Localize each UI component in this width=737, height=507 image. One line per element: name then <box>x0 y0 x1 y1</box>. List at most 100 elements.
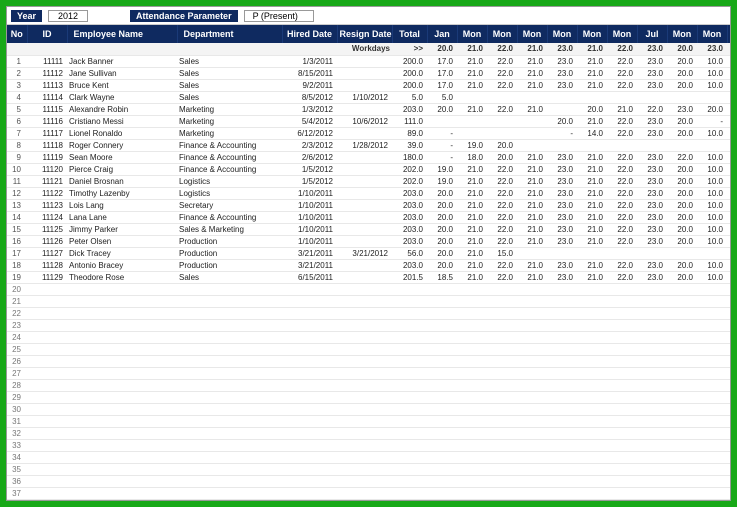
cell[interactable]: 203.0 <box>392 199 427 211</box>
cell[interactable]: 17.0 <box>427 67 457 79</box>
cell[interactable] <box>547 415 577 427</box>
cell[interactable] <box>427 115 457 127</box>
cell[interactable] <box>27 451 67 463</box>
cell[interactable] <box>457 307 487 319</box>
cell[interactable]: 10.0 <box>727 103 731 115</box>
cell[interactable]: 21.0 <box>457 223 487 235</box>
cell[interactable] <box>457 439 487 451</box>
cell[interactable] <box>177 283 282 295</box>
cell[interactable] <box>392 355 427 367</box>
cell[interactable]: - <box>727 223 731 235</box>
cell[interactable]: 10.0 <box>697 151 727 163</box>
cell[interactable]: 200.0 <box>392 55 427 67</box>
cell[interactable] <box>577 91 607 103</box>
cell[interactable] <box>27 379 67 391</box>
cell[interactable]: 22.0 <box>607 163 637 175</box>
cell[interactable] <box>727 379 731 391</box>
cell[interactable]: 5/4/2012 <box>282 115 337 127</box>
cell[interactable]: 1/10/2011 <box>282 199 337 211</box>
cell[interactable] <box>577 415 607 427</box>
cell[interactable]: Finance & Accounting <box>177 163 282 175</box>
cell[interactable]: - <box>697 115 727 127</box>
cell[interactable]: Finance & Accounting <box>177 151 282 163</box>
cell[interactable]: 10.0 <box>697 175 727 187</box>
cell[interactable] <box>667 451 697 463</box>
cell[interactable]: 10.0 <box>697 199 727 211</box>
cell[interactable]: 1 <box>7 55 27 67</box>
cell[interactable]: 18.5 <box>427 271 457 283</box>
cell[interactable] <box>27 319 67 331</box>
cell[interactable]: 22.0 <box>607 67 637 79</box>
cell[interactable]: 24 <box>7 331 27 343</box>
cell[interactable] <box>337 199 392 211</box>
cell[interactable]: 21.0 <box>457 247 487 259</box>
cell[interactable]: 10.0 <box>697 211 727 223</box>
cell[interactable]: Jack Banner <box>67 55 177 67</box>
cell[interactable]: Finance & Accounting <box>177 139 282 151</box>
cell[interactable] <box>27 331 67 343</box>
cell[interactable] <box>577 451 607 463</box>
cell[interactable] <box>427 367 457 379</box>
cell[interactable]: 20.0 <box>667 259 697 271</box>
cell[interactable] <box>427 319 457 331</box>
cell[interactable] <box>337 283 392 295</box>
cell[interactable]: 20.0 <box>667 43 697 55</box>
cell[interactable] <box>607 343 637 355</box>
cell[interactable]: 3/21/2011 <box>282 259 337 271</box>
cell[interactable]: 23.0 <box>547 199 577 211</box>
cell[interactable] <box>392 331 427 343</box>
cell[interactable]: 20.0 <box>427 247 457 259</box>
cell[interactable] <box>177 463 282 475</box>
cell[interactable] <box>67 391 177 403</box>
col-header[interactable]: Total <box>392 25 427 43</box>
cell[interactable]: 2 <box>7 67 27 79</box>
cell[interactable] <box>667 139 697 151</box>
cell[interactable] <box>177 319 282 331</box>
cell[interactable] <box>637 139 667 151</box>
cell[interactable]: 10.0 <box>697 67 727 79</box>
cell[interactable]: 56.0 <box>392 247 427 259</box>
cell[interactable]: 10.0 <box>697 187 727 199</box>
cell[interactable]: 16 <box>7 235 27 247</box>
cell[interactable] <box>177 295 282 307</box>
cell[interactable] <box>517 115 547 127</box>
cell[interactable]: 21.0 <box>517 103 547 115</box>
cell[interactable] <box>577 427 607 439</box>
cell[interactable] <box>67 427 177 439</box>
cell[interactable] <box>337 403 392 415</box>
cell[interactable] <box>337 151 392 163</box>
cell[interactable] <box>337 415 392 427</box>
cell[interactable] <box>607 355 637 367</box>
cell[interactable] <box>697 343 727 355</box>
cell[interactable] <box>517 439 547 451</box>
cell[interactable] <box>727 451 731 463</box>
cell[interactable] <box>577 463 607 475</box>
cell[interactable] <box>547 295 577 307</box>
cell[interactable]: 31 <box>7 415 27 427</box>
cell[interactable] <box>67 283 177 295</box>
col-header[interactable]: Mon <box>607 25 637 43</box>
cell[interactable]: 22.0 <box>487 187 517 199</box>
cell[interactable] <box>697 307 727 319</box>
cell[interactable] <box>282 475 337 487</box>
cell[interactable] <box>392 487 427 499</box>
cell[interactable]: 23.0 <box>547 175 577 187</box>
cell[interactable] <box>177 367 282 379</box>
cell[interactable]: 20.0 <box>667 187 697 199</box>
cell[interactable] <box>27 487 67 499</box>
cell[interactable] <box>282 403 337 415</box>
cell[interactable] <box>607 463 637 475</box>
cell[interactable]: 11129 <box>27 271 67 283</box>
cell[interactable]: 15 <box>7 223 27 235</box>
cell[interactable]: 11117 <box>27 127 67 139</box>
cell[interactable] <box>457 367 487 379</box>
cell[interactable] <box>607 331 637 343</box>
cell[interactable] <box>427 475 457 487</box>
cell[interactable] <box>427 427 457 439</box>
cell[interactable]: 26 <box>7 355 27 367</box>
cell[interactable] <box>177 427 282 439</box>
cell[interactable]: 20.0 <box>427 223 457 235</box>
cell[interactable]: 10.0 <box>697 55 727 67</box>
cell[interactable]: 25 <box>7 343 27 355</box>
cell[interactable] <box>337 259 392 271</box>
